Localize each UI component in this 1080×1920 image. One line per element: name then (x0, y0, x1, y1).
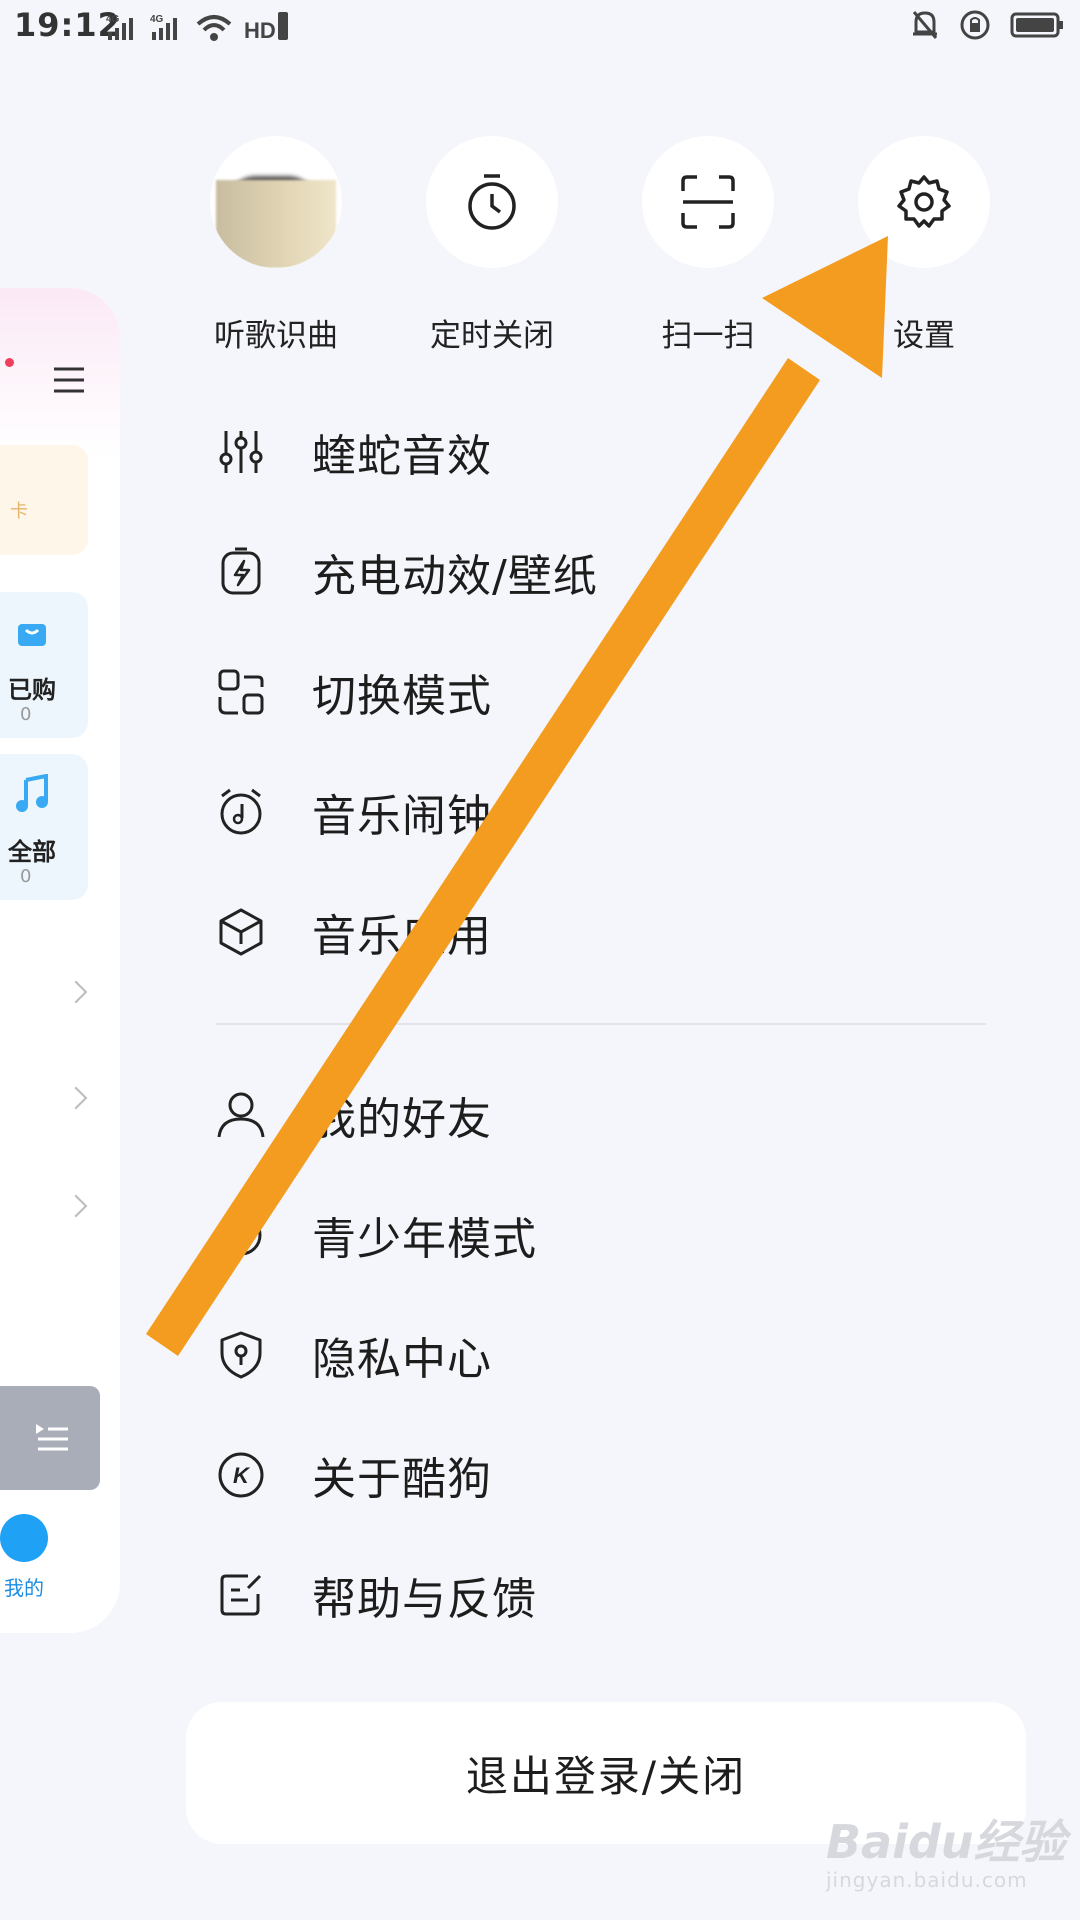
avatar-blur-2 (216, 180, 336, 268)
quick-settings[interactable]: 设置 (858, 136, 990, 355)
playlist-button[interactable] (0, 1386, 100, 1490)
charging-icon (221, 547, 261, 595)
quick-timer[interactable]: 定时关闭 (426, 136, 558, 355)
alarm-icon (220, 788, 262, 835)
chevron-right-icon[interactable] (64, 980, 88, 1004)
all-songs-label: 全部 (8, 838, 56, 866)
quick-label: 设置 (893, 318, 955, 354)
cube-icon (219, 908, 263, 956)
person-icon (217, 1092, 265, 1138)
baidu-watermark: Baidu经验 jingyan.baidu.com (826, 1806, 1066, 1892)
svg-text:HD: HD (244, 18, 276, 42)
menu-item-help[interactable]: 帮助与反馈 (216, 1535, 996, 1655)
menu-list: 蝰蛇音效 充电动效/壁纸 切换模式 音乐闹钟 音乐应用 (216, 392, 996, 992)
menu-item-switch-mode[interactable]: 切换模式 (216, 632, 996, 752)
signal-4g-icon: 4G (106, 14, 133, 40)
menu-item-music-alarm[interactable]: 音乐闹钟 (216, 752, 996, 872)
signal-4g-icon-2: 4G (150, 14, 177, 40)
menu-item-sound-effect[interactable]: 蝰蛇音效 (216, 392, 996, 512)
menu-item-music-apps[interactable]: 音乐应用 (216, 872, 996, 992)
svg-text:4G: 4G (150, 14, 164, 25)
all-songs-card[interactable]: 全部 0 (0, 754, 88, 900)
status-bar: 19:12 4G 4G HD (0, 0, 1080, 56)
shield-icon (220, 1331, 262, 1379)
purchased-label: 已购 (8, 676, 56, 704)
vip-card[interactable]: 卡 (0, 445, 88, 555)
menu-item-privacy[interactable]: 隐私中心 (216, 1295, 996, 1415)
tab-mine-label[interactable]: 我的 (4, 1572, 44, 1601)
menu-item-label: 充电动效/壁纸 (312, 551, 598, 602)
youth-icon (220, 1214, 262, 1256)
equalizer-icon (219, 431, 263, 473)
playlist-icon (36, 1424, 68, 1451)
switch-mode-icon (218, 669, 264, 715)
wifi-icon (196, 15, 232, 41)
hd-icon: HD (244, 12, 288, 42)
menu-item-label: 青少年模式 (312, 1214, 537, 1265)
network-indicators: 4G 4G HD (106, 10, 290, 42)
gear-icon (897, 175, 951, 228)
menu-item-label: 音乐应用 (312, 911, 492, 962)
menu-item-youth-mode[interactable]: 青少年模式 (216, 1175, 996, 1295)
menu-item-charging[interactable]: 充电动效/壁纸 (216, 512, 996, 632)
menu-item-label: 我的好友 (312, 1094, 492, 1145)
quick-label: 扫一扫 (661, 318, 755, 354)
battery-icon (1010, 12, 1063, 38)
kugou-k-icon: K (218, 1452, 264, 1498)
menu-item-label: 隐私中心 (312, 1334, 492, 1385)
chevron-right-icon[interactable] (64, 1086, 88, 1110)
menu-item-label: 切换模式 (312, 671, 492, 722)
purchased-card[interactable]: 已购 0 (0, 592, 88, 738)
bag-icon (18, 624, 46, 646)
status-right-icons (910, 8, 1066, 42)
logout-label: 退出登录/关闭 (465, 1751, 747, 1801)
all-songs-count: 0 (20, 866, 32, 887)
vip-card-text: 卡 (10, 501, 28, 522)
bell-muted-icon (912, 11, 938, 39)
menu-item-about[interactable]: K 关于酷狗 (216, 1415, 996, 1535)
background-page-panel[interactable]: 卡 已购 0 全部 0 我的 (0, 288, 120, 1633)
music-recognition-icon[interactable] (210, 136, 342, 268)
svg-text:4G: 4G (106, 14, 120, 25)
purchased-count: 0 (20, 704, 32, 725)
tab-mine-icon[interactable] (0, 1514, 48, 1562)
menu-item-label: 关于酷狗 (312, 1454, 492, 1505)
timer-icon (468, 174, 516, 230)
scan-icon (681, 175, 735, 229)
menu-item-label: 蝰蛇音效 (312, 431, 492, 482)
menu-item-label: 音乐闹钟 (312, 791, 492, 842)
svg-text:K: K (233, 1463, 251, 1488)
quick-label: 听歌识曲 (214, 318, 338, 354)
quick-scan[interactable]: 扫一扫 (642, 136, 774, 355)
menu-icon[interactable] (52, 366, 86, 394)
rotation-lock-icon (960, 10, 990, 40)
menu-divider (216, 1023, 986, 1025)
menu-item-label: 帮助与反馈 (312, 1574, 537, 1625)
quick-label: 定时关闭 (430, 318, 554, 354)
chevron-right-icon[interactable] (64, 1194, 88, 1218)
menu-list-2: 我的好友 青少年模式 隐私中心 K 关于酷狗 帮助与反馈 (216, 1055, 996, 1655)
watermark-logo: Baidu经验 (826, 1815, 1066, 1869)
music-note-icon (16, 774, 48, 812)
quick-music-recognition[interactable]: 听歌识曲 (210, 136, 342, 355)
menu-item-friends[interactable]: 我的好友 (216, 1055, 996, 1175)
feedback-icon (220, 1574, 262, 1616)
notification-dot (5, 358, 14, 367)
status-time: 19:12 (14, 6, 121, 44)
